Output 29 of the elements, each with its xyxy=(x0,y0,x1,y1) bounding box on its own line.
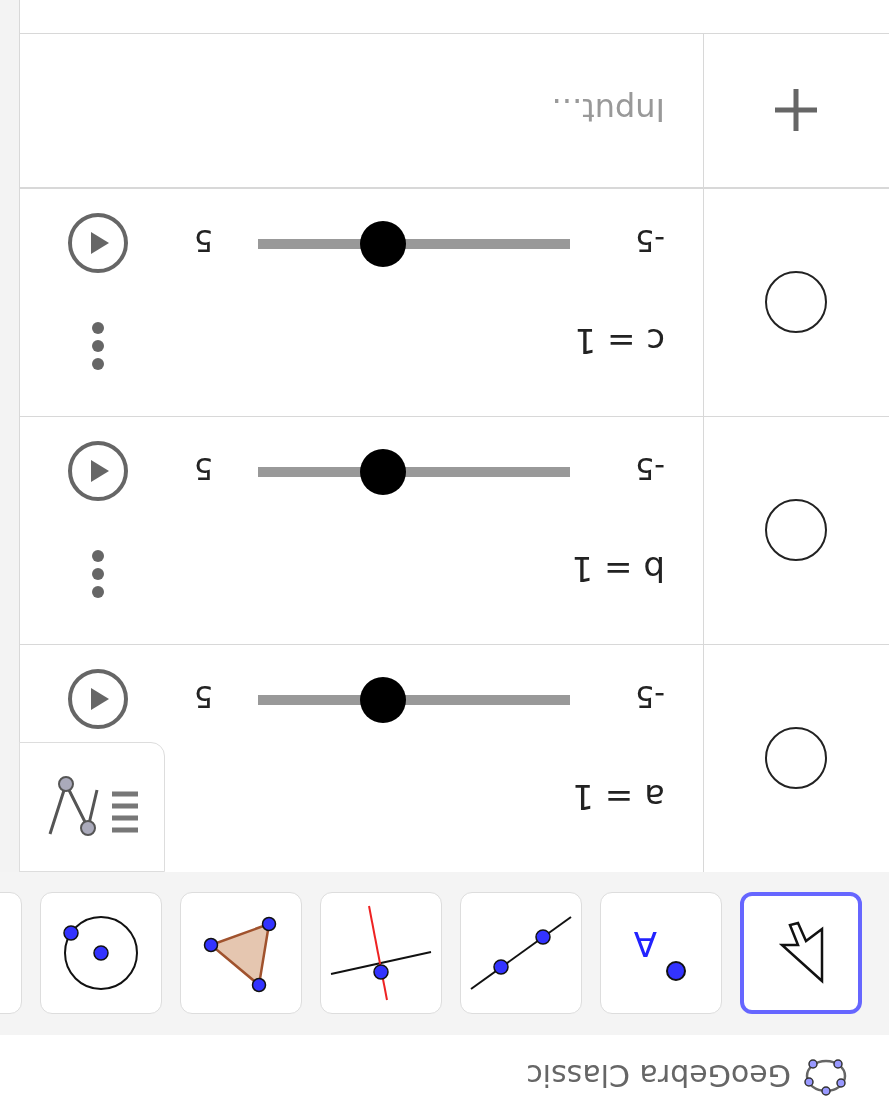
play-icon[interactable] xyxy=(67,440,129,502)
play-icon[interactable] xyxy=(67,212,129,274)
play-icon[interactable] xyxy=(67,668,129,730)
plus-icon[interactable] xyxy=(773,87,820,134)
slider-track[interactable] xyxy=(258,677,570,723)
slider-min-label: -5 xyxy=(635,450,665,488)
slider-min-label: -5 xyxy=(635,222,665,260)
point-label: A xyxy=(633,927,657,962)
line-through-points-icon xyxy=(469,915,573,992)
slider-thumb[interactable] xyxy=(360,449,406,495)
slider-definition: b = 1 xyxy=(571,548,665,591)
style-toggle-button[interactable] xyxy=(19,742,165,872)
more-options-icon[interactable] xyxy=(91,321,105,371)
perpendicular-line-icon xyxy=(329,904,433,1003)
tool-button[interactable] xyxy=(740,892,862,1015)
slider-definition: c = 1 xyxy=(574,320,665,363)
tool-button[interactable]: A xyxy=(600,892,722,1015)
slider-max-label: 5 xyxy=(193,678,213,716)
slider-track[interactable] xyxy=(258,449,570,495)
slider-track[interactable] xyxy=(258,221,570,267)
more-options-icon[interactable] xyxy=(91,549,105,599)
slider-definition: a = 1 xyxy=(572,776,665,819)
app-title: GeoGebra Classic xyxy=(526,1057,791,1096)
slider-min-label: -5 xyxy=(635,678,665,716)
point-icon xyxy=(665,960,687,983)
slider-thumb[interactable] xyxy=(360,677,406,723)
slider-max-label: 5 xyxy=(193,450,213,488)
slider-max-label: 5 xyxy=(193,222,213,260)
slider-thumb[interactable] xyxy=(360,221,406,267)
